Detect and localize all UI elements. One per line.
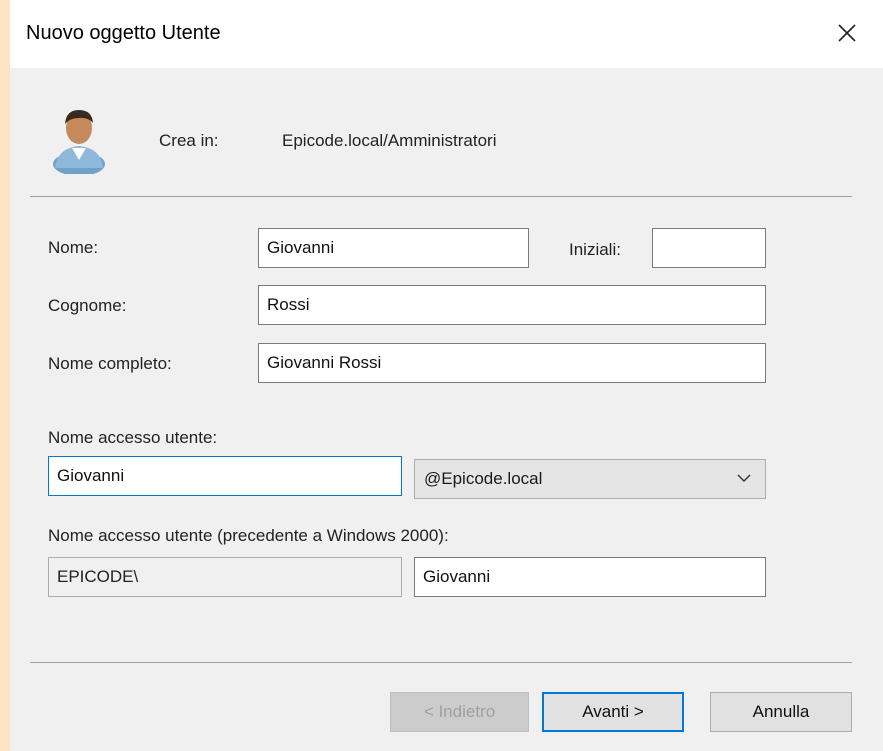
logon-name-input[interactable] <box>48 456 402 496</box>
initials-input[interactable] <box>652 228 766 268</box>
user-icon <box>53 110 105 174</box>
full-name-input[interactable] <box>258 343 766 383</box>
close-icon <box>838 23 856 42</box>
create-in-value: Epicode.local/Amministratori <box>282 131 497 150</box>
pre2000-label: Nome accesso utente (precedente a Window… <box>48 526 449 545</box>
cancel-button[interactable]: Annulla <box>710 692 852 732</box>
next-button[interactable]: Avanti > <box>542 692 684 732</box>
pre2000-username-input[interactable] <box>414 557 766 597</box>
back-button[interactable]: < Indietro <box>390 692 529 732</box>
new-user-dialog: Nuovo oggetto Utente Crea in: Epicode.lo… <box>10 0 883 751</box>
logon-name-label: Nome accesso utente: <box>48 428 218 447</box>
pre2000-domain-field <box>48 557 402 597</box>
title-bar: Nuovo oggetto Utente <box>10 0 883 68</box>
chevron-down-icon <box>737 474 751 482</box>
bottom-separator <box>30 662 852 663</box>
initials-label: Iniziali: <box>569 240 621 259</box>
domain-select-value: @Epicode.local <box>424 469 543 488</box>
create-in-label: Crea in: <box>159 131 219 150</box>
full-name-label: Nome completo: <box>48 354 172 373</box>
last-name-input[interactable] <box>258 285 766 325</box>
first-name-label: Nome: <box>48 238 99 257</box>
top-separator <box>30 196 852 197</box>
first-name-input[interactable] <box>258 228 529 268</box>
close-button[interactable] <box>822 10 872 55</box>
window-title: Nuovo oggetto Utente <box>26 22 221 44</box>
last-name-label: Cognome: <box>48 296 127 315</box>
domain-select[interactable]: @Epicode.local <box>414 459 766 499</box>
